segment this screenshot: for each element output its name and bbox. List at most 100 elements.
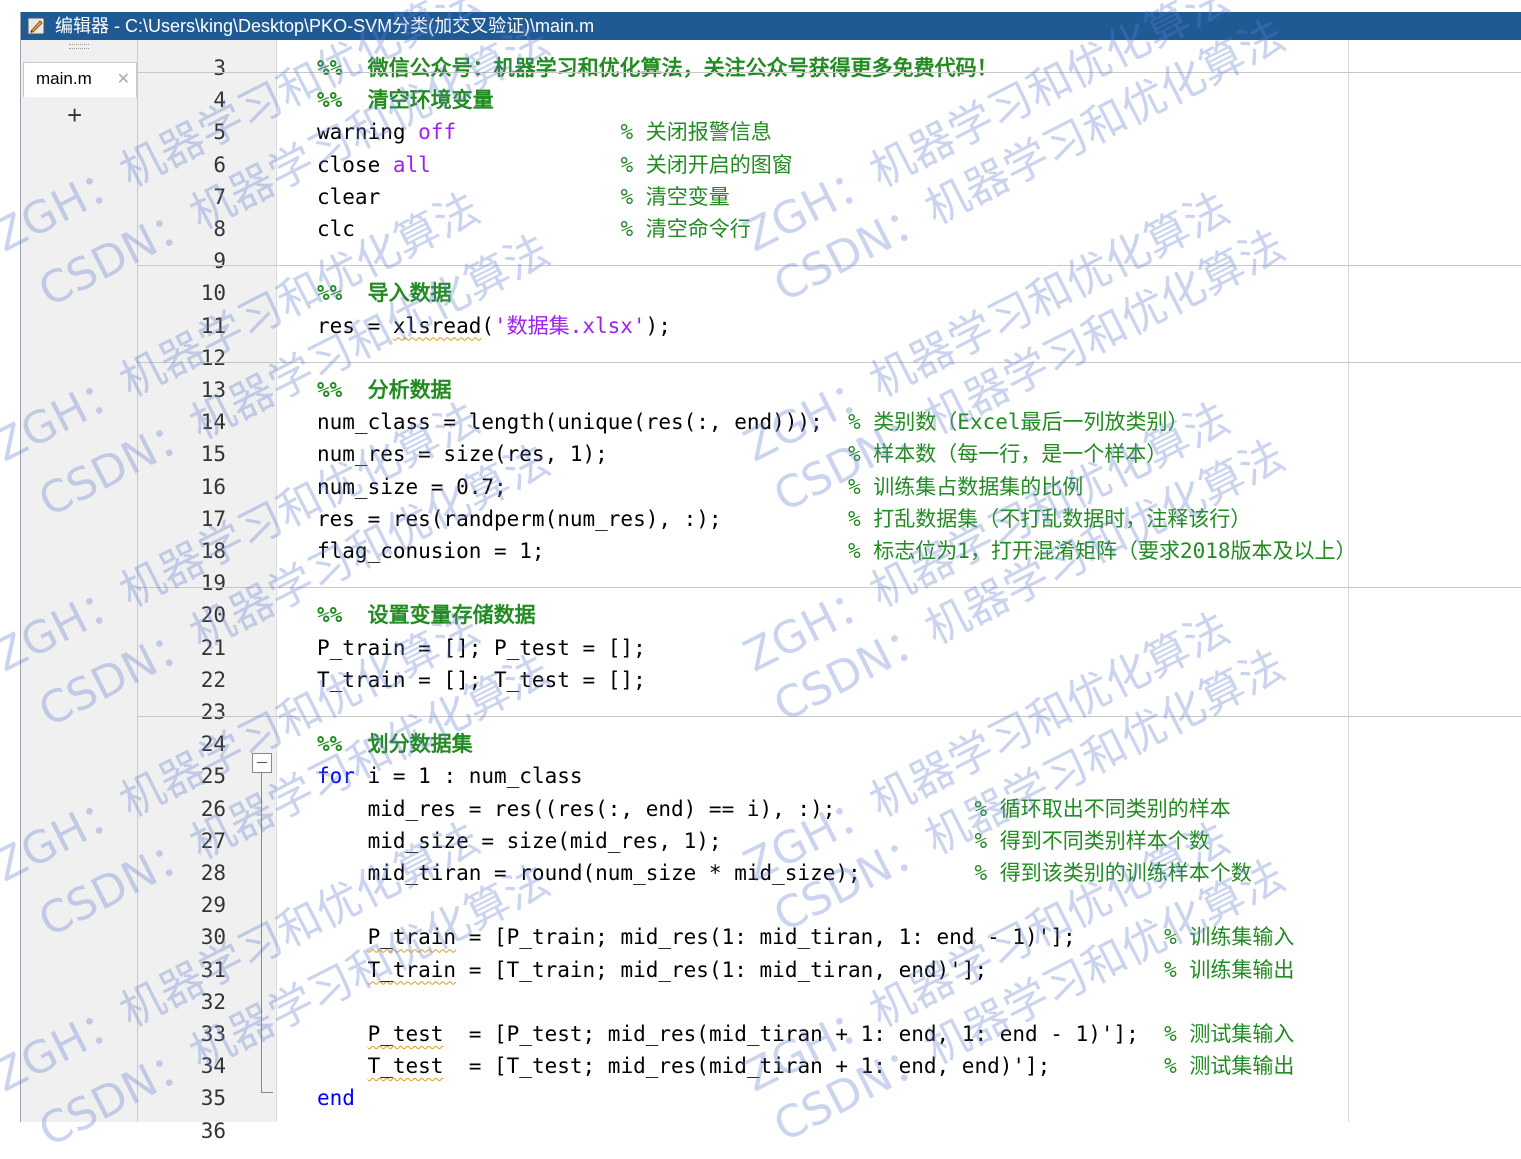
section-divider [138, 265, 1521, 266]
code-line[interactable]: flag_conusion = 1; % 标志位为1，打开混淆矩阵（要求2018… [317, 535, 1357, 567]
section-header: %% 清空环境变量 [317, 88, 494, 113]
line-number: 13 [200, 378, 226, 402]
code-line[interactable]: mid_res = res((res(:, end) == i), :); % … [317, 793, 1231, 825]
code-keyword: for [317, 764, 355, 789]
section-divider [138, 362, 1521, 363]
code-line[interactable]: P_train = []; P_test = []; [317, 632, 646, 664]
code-line[interactable]: %% 微信公众号：机器学习和优化算法，关注公众号获得更多免费代码！ [317, 52, 998, 84]
code-comment: % 得到该类别的训练样本个数 [974, 861, 1252, 885]
tab-main-m[interactable]: main.m ✕ [23, 62, 137, 97]
code-line[interactable]: %% 清空环境变量 [317, 84, 494, 116]
code-line[interactable]: P_test = [P_test; mid_res(mid_tiran + 1:… [317, 1018, 1295, 1050]
code-token: close [317, 152, 393, 177]
code-line[interactable]: clc % 清空命令行 [317, 213, 751, 245]
line-number: 27 [200, 828, 226, 853]
close-icon[interactable]: ✕ [117, 69, 130, 89]
tab-column: main.m ✕ + [21, 40, 138, 1122]
code-token: i = 1 : num_class [354, 764, 583, 789]
editor-icon [27, 17, 45, 35]
line-number: 7 [213, 184, 226, 209]
line-number: 21 [200, 635, 226, 660]
section-header: %% 微信公众号：机器学习和优化算法，关注公众号获得更多免费代码！ [317, 56, 998, 80]
code-comment: % 打乱数据集（不打乱数据时，注释该行） [848, 506, 1252, 531]
line-number: 19 [200, 571, 226, 596]
line-number: 29 [200, 893, 226, 918]
line-number: 26 [200, 796, 226, 821]
code-comment: % 训练集占数据集的比例 [848, 474, 1084, 499]
code-token: T_train [367, 957, 457, 982]
code-line[interactable]: mid_size = size(mid_res, 1); % 得到不同类别样本个… [317, 825, 1210, 857]
code-token: flag_conusion = 1; [317, 539, 849, 563]
code-line[interactable]: P_train = [P_train; mid_res(1: mid_tiran… [317, 921, 1295, 953]
line-number: 5 [213, 120, 226, 145]
code-comment: % 测试集输入 [1164, 1022, 1295, 1046]
line-number: 12 [200, 345, 226, 370]
code-line[interactable]: res = res(randperm(num_res), :); % 打乱数据集… [317, 503, 1251, 535]
code-comment: % 类别数（Excel最后一列放类别） [848, 410, 1189, 435]
section-divider [138, 587, 1521, 588]
section-header: %% 设置变量存储数据 [317, 603, 536, 628]
window-title: 编辑器 - C:\Users\king\Desktop\PKO-SVM分类(加交… [55, 16, 595, 36]
code-token: clear [317, 184, 621, 209]
fold-guide-end [261, 1092, 273, 1093]
line-number: 17 [200, 506, 226, 531]
code-token: num_class = length(unique(res(:, end))); [317, 410, 849, 435]
code-line[interactable]: num_res = size(res, 1); % 样本数（每一行，是一个样本） [317, 438, 1167, 470]
code-line[interactable]: res = xlsread('数据集.xlsx'); [317, 310, 671, 342]
line-number: 35 [200, 1086, 226, 1111]
code-line[interactable]: clear % 清空变量 [317, 181, 730, 213]
code-token: = [P_train; mid_res(1: mid_tiran, 1: end… [456, 925, 1165, 950]
code-token: num_size = 0.7; [317, 474, 849, 499]
code-line[interactable]: %% 导入数据 [317, 277, 452, 309]
code-area[interactable]: %% 微信公众号：机器学习和优化算法，关注公众号获得更多免费代码！ %% 清空环境… [277, 40, 1521, 1122]
code-token: xlsread [392, 313, 482, 338]
line-number: 30 [200, 925, 226, 950]
code-comment: % 清空命令行 [620, 217, 751, 241]
title-bar: 编辑器 - C:\Users\king\Desktop\PKO-SVM分类(加交… [21, 12, 1521, 40]
code-comment: % 训练集输出 [1164, 957, 1295, 982]
line-number-gutter: 3 4 5 6 7 8 9 10 11 12 13 14 15 16 17 18 19 20 21 22 23 24 25 2… [138, 40, 277, 1143]
code-line[interactable]: T_train = [T_train; mid_res(1: mid_tiran… [317, 954, 1295, 986]
line-number: 18 [200, 539, 226, 563]
line-number: 23 [200, 700, 226, 724]
code-line[interactable]: warning off % 关闭报警信息 [317, 116, 772, 148]
line-number: 22 [200, 667, 226, 692]
code-line[interactable]: close all % 关闭开启的图窗 [317, 149, 793, 181]
code-token: = [T_test; mid_res(mid_tiran + 1: end, e… [443, 1054, 1165, 1079]
fold-toggle-button[interactable] [252, 753, 272, 773]
code-comment: % 关闭开启的图窗 [620, 152, 793, 177]
code-line[interactable]: for i = 1 : num_class [317, 760, 583, 792]
code-line[interactable]: num_class = length(unique(res(:, end)));… [317, 406, 1189, 438]
code-line[interactable]: %% 分析数据 [317, 374, 452, 406]
line-number: 10 [200, 281, 226, 306]
code-line[interactable]: num_size = 0.7; % 训练集占数据集的比例 [317, 471, 1083, 503]
code-string: off [418, 120, 457, 145]
line-number: 3 [213, 56, 226, 80]
code-token: warning [317, 120, 419, 145]
code-token: mid_size = size(mid_res, 1); [317, 828, 975, 853]
code-token: T_train = []; T_test = []; [317, 667, 646, 692]
code-line[interactable]: T_test = [T_test; mid_res(mid_tiran + 1:… [317, 1050, 1295, 1082]
code-keyword: end [317, 1086, 355, 1111]
line-number: 36 [200, 1118, 226, 1143]
code-comment: % 循环取出不同类别的样本 [974, 796, 1231, 821]
line-number: 32 [200, 989, 226, 1014]
line-number: 24 [200, 732, 226, 757]
code-line[interactable]: T_train = []; T_test = []; [317, 664, 646, 696]
line-number: 31 [200, 957, 226, 982]
code-line[interactable]: %% 设置变量存储数据 [317, 599, 536, 631]
tab-grip[interactable] [69, 44, 89, 49]
code-line[interactable]: %% 划分数据集 [317, 728, 473, 760]
right-margin-line [1348, 40, 1349, 1122]
code-line[interactable]: mid_tiran = round(num_size * mid_size); … [317, 857, 1252, 889]
code-line[interactable]: end [317, 1082, 355, 1114]
add-tab-button[interactable]: + [67, 100, 82, 130]
code-comment: % 清空变量 [620, 184, 730, 209]
section-header: %% 导入数据 [317, 281, 452, 306]
section-header: %% 分析数据 [317, 378, 452, 402]
